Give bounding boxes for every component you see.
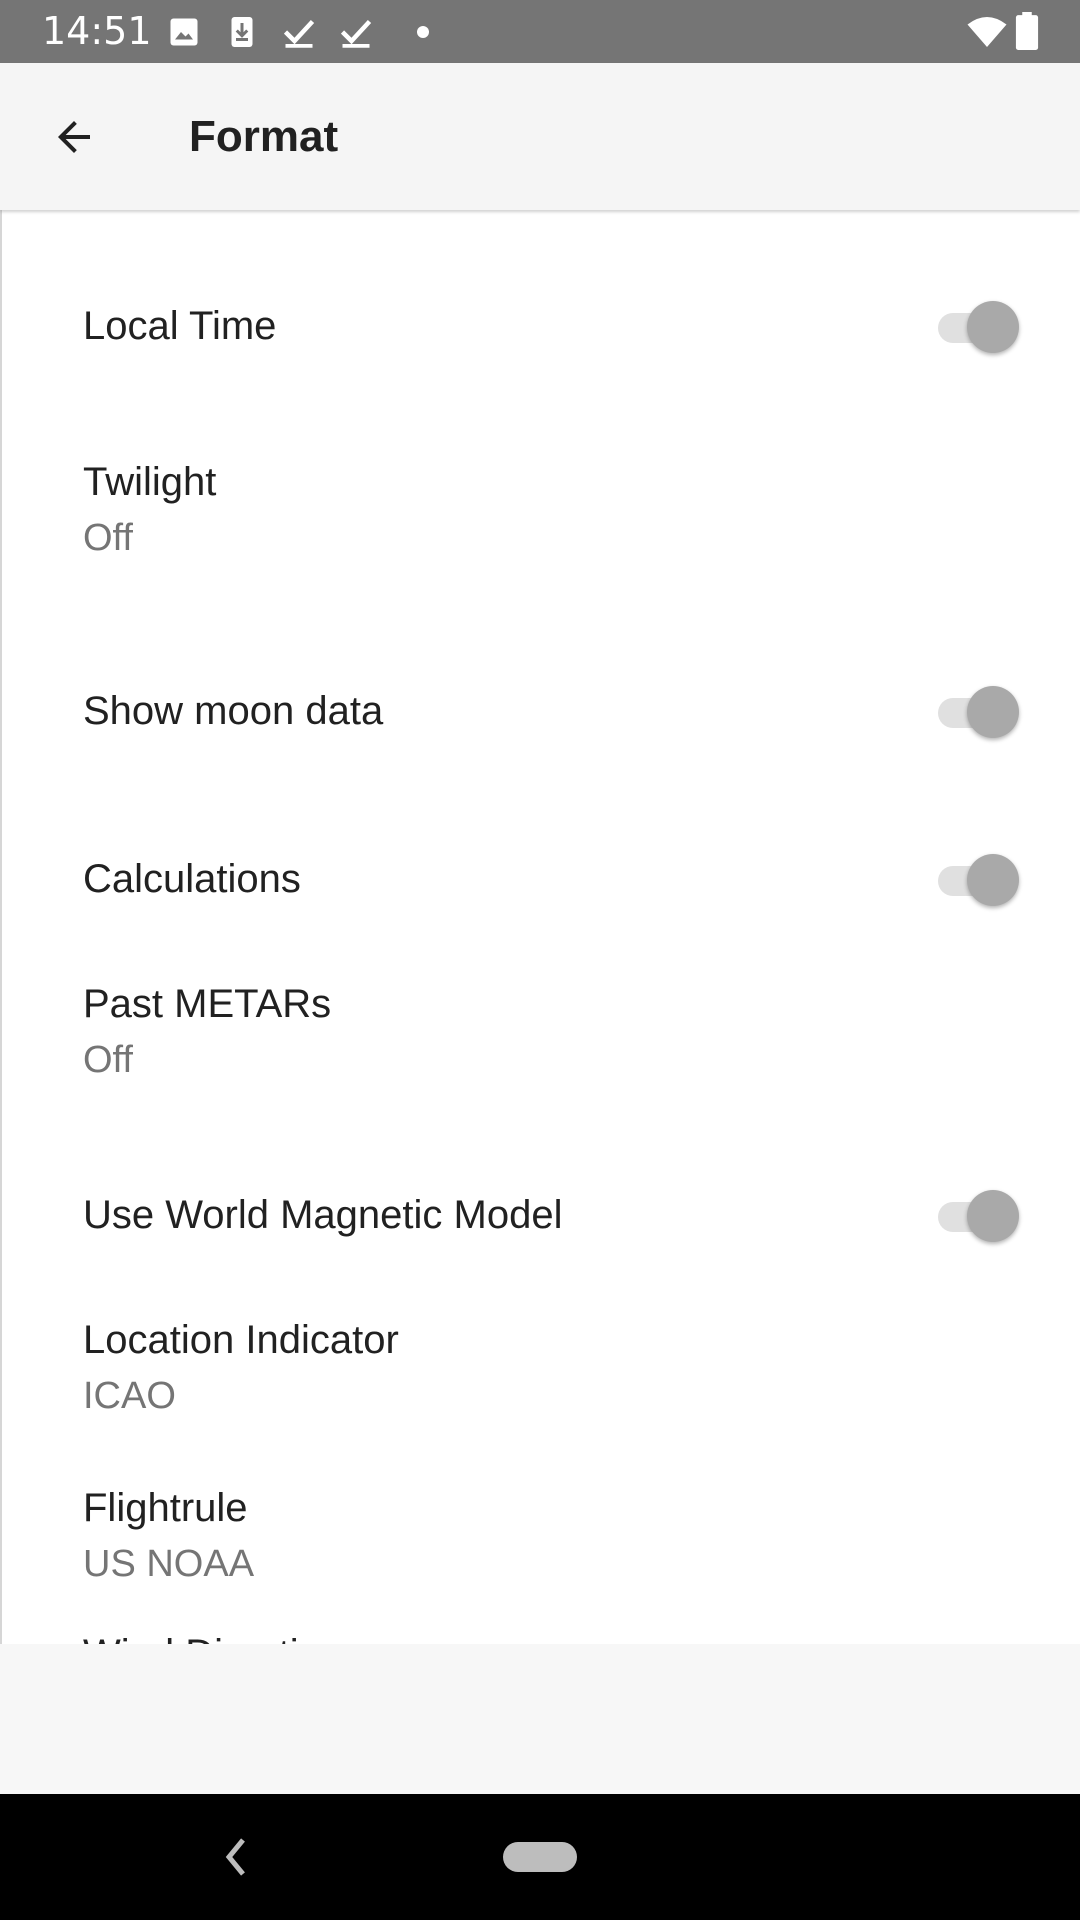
pref-title: Show moon data bbox=[83, 689, 384, 733]
pref-summary: ICAO bbox=[83, 1375, 176, 1417]
wifi-icon bbox=[967, 17, 1007, 47]
pref-world-magnetic-model[interactable]: Use World Magnetic Model bbox=[2, 1134, 1080, 1302]
nav-back-icon[interactable] bbox=[215, 1832, 255, 1882]
pref-title: Calculations bbox=[83, 857, 301, 901]
switch-thumb bbox=[967, 854, 1019, 906]
check-icon bbox=[283, 19, 315, 48]
pref-past-metars[interactable]: Past METARs Off bbox=[2, 966, 1080, 1134]
status-time: 14:51 bbox=[42, 9, 152, 53]
pref-summary: US NOAA bbox=[83, 1543, 255, 1585]
pref-title: Twilight bbox=[83, 460, 217, 504]
bottom-area bbox=[0, 1644, 1080, 1794]
pref-title: Local Time bbox=[83, 304, 277, 348]
preference-list: Local Time Twilight Off Show moon data C… bbox=[0, 210, 1080, 1644]
switch-thumb bbox=[967, 686, 1019, 738]
pref-summary: Off bbox=[83, 1039, 133, 1081]
pref-title: Past METARs bbox=[83, 982, 332, 1026]
pref-wind-direction[interactable]: Wind Direction bbox=[2, 1610, 1080, 1644]
pref-title: Flightrule bbox=[83, 1486, 248, 1530]
switch-thumb bbox=[967, 301, 1019, 353]
pref-calculations[interactable]: Calculations bbox=[2, 798, 1080, 966]
dot-icon bbox=[417, 26, 429, 38]
pref-title: Use World Magnetic Model bbox=[83, 1193, 563, 1237]
back-button[interactable] bbox=[30, 93, 118, 181]
arrow-back-icon bbox=[58, 121, 90, 153]
local-time-switch[interactable] bbox=[932, 296, 1020, 356]
status-bar: 14:51 bbox=[0, 0, 1080, 63]
pref-location-indicator[interactable]: Location Indicator ICAO bbox=[2, 1302, 1080, 1470]
battery-icon bbox=[1015, 12, 1039, 50]
nav-home-pill[interactable] bbox=[503, 1842, 577, 1872]
switch-thumb bbox=[967, 1190, 1019, 1242]
show-moon-data-switch[interactable] bbox=[932, 681, 1020, 741]
image-icon bbox=[170, 18, 198, 46]
page-title: Format bbox=[189, 112, 339, 161]
pref-title: Wind Direction bbox=[83, 1632, 343, 1644]
pref-title: Location Indicator bbox=[83, 1318, 399, 1362]
check-icon bbox=[340, 19, 372, 48]
pref-show-moon-data[interactable]: Show moon data bbox=[2, 630, 1080, 798]
download-icon bbox=[231, 17, 253, 47]
pref-twilight[interactable]: Twilight Off bbox=[2, 440, 1080, 630]
pref-local-time[interactable]: Local Time bbox=[2, 210, 1080, 440]
calculations-switch[interactable] bbox=[932, 849, 1020, 909]
world-magnetic-model-switch[interactable] bbox=[932, 1185, 1020, 1245]
pref-summary: Off bbox=[83, 517, 133, 559]
app-bar: Format bbox=[0, 63, 1080, 210]
